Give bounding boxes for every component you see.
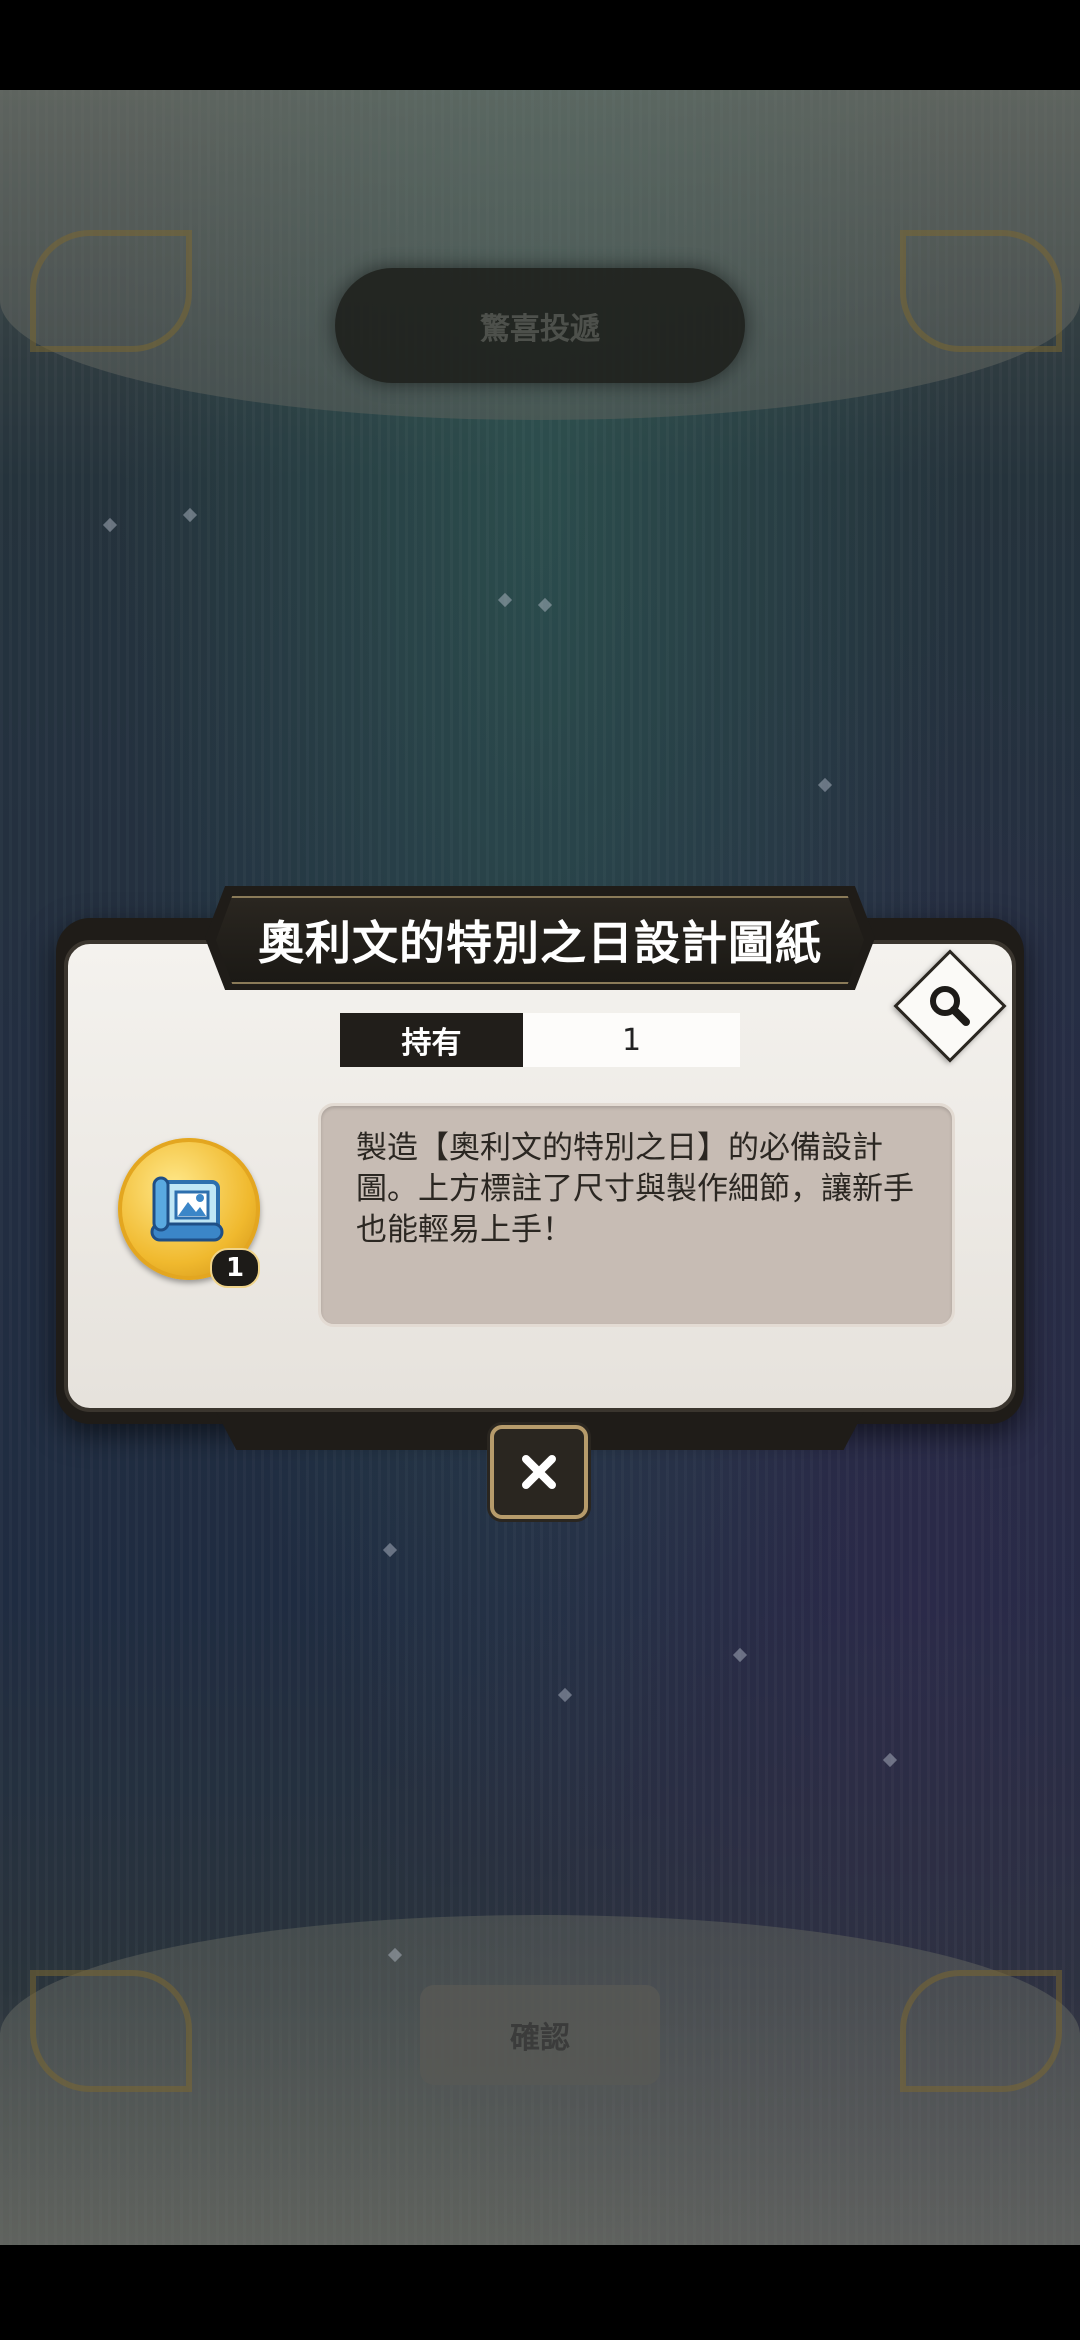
item-description: 製造【奧利文的特別之日】的必備設計圖。上方標註了尺寸與製作細節，讓新手也能輕易上… [356, 1130, 914, 1248]
close-button[interactable] [490, 1425, 588, 1519]
navigation-bar [0, 2245, 1080, 2340]
dialog-title-bar: 奧利文的特別之日設計圖紙 [216, 896, 864, 984]
magnifier-icon[interactable] [918, 974, 980, 1036]
dialog-title: 奧利文的特別之日設計圖紙 [258, 916, 822, 970]
blueprint-scroll-icon [142, 1162, 236, 1256]
status-bar [0, 0, 1080, 90]
owned-label: 持有 [340, 1013, 523, 1067]
owned-count: 1 [523, 1013, 740, 1067]
close-icon [522, 1455, 556, 1489]
item-count-badge: 1 [210, 1248, 260, 1288]
